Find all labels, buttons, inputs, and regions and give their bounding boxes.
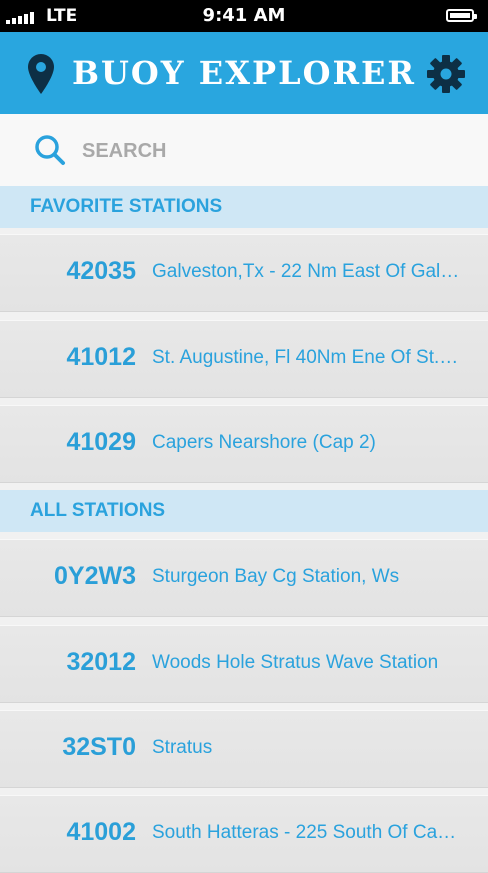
- station-id: 42035: [66, 257, 136, 285]
- station-id: 41002: [66, 818, 136, 846]
- station-id: 0Y2W3: [54, 562, 136, 590]
- search-input[interactable]: [80, 134, 464, 168]
- station-row[interactable]: 32ST0 Stratus: [0, 710, 488, 788]
- station-name: South Hatteras - 225 South Of Cape Hatte…: [152, 822, 462, 843]
- station-id: 32ST0: [62, 733, 136, 761]
- station-id: 41012: [66, 343, 136, 371]
- section-header-favorites: FAVORITE STATIONS: [0, 186, 488, 228]
- station-name: Sturgeon Bay Cg Station, Ws: [152, 566, 400, 587]
- station-name: Woods Hole Stratus Wave Station: [152, 652, 439, 673]
- section-title: FAVORITE STATIONS: [30, 196, 223, 217]
- search-icon: [35, 135, 65, 165]
- search-bar: [0, 114, 488, 186]
- app-title: BUOY EXPLORER: [71, 54, 417, 92]
- gear-icon[interactable]: [426, 54, 466, 94]
- status-time: 9:41 AM: [202, 5, 286, 26]
- station-row[interactable]: 42035 Galveston,Tx - 22 Nm East Of Galve…: [0, 234, 488, 312]
- station-row[interactable]: 41029 Capers Nearshore (Cap 2): [0, 405, 488, 483]
- station-row[interactable]: 41002 South Hatteras - 225 South Of Cape…: [0, 795, 488, 873]
- battery-icon: [446, 9, 477, 22]
- station-name: Capers Nearshore (Cap 2): [152, 432, 376, 453]
- station-row[interactable]: 41012 St. Augustine, Fl 40Nm Ene Of St. …: [0, 320, 488, 398]
- station-id: 32012: [66, 648, 136, 676]
- status-bar: LTE 9:41 AM: [0, 0, 488, 32]
- station-id: 41029: [66, 428, 136, 456]
- station-name: St. Augustine, Fl 40Nm Ene Of St. August…: [152, 347, 462, 368]
- station-name: Stratus: [152, 737, 213, 758]
- station-row[interactable]: 0Y2W3 Sturgeon Bay Cg Station, Ws: [0, 539, 488, 617]
- nav-bar: BUOY EXPLORER: [0, 32, 488, 114]
- section-title: ALL STATIONS: [30, 500, 166, 521]
- section-header-all: ALL STATIONS: [0, 490, 488, 532]
- station-name: Galveston,Tx - 22 Nm East Of Galveston, …: [152, 261, 462, 282]
- station-row[interactable]: 32012 Woods Hole Stratus Wave Station: [0, 625, 488, 703]
